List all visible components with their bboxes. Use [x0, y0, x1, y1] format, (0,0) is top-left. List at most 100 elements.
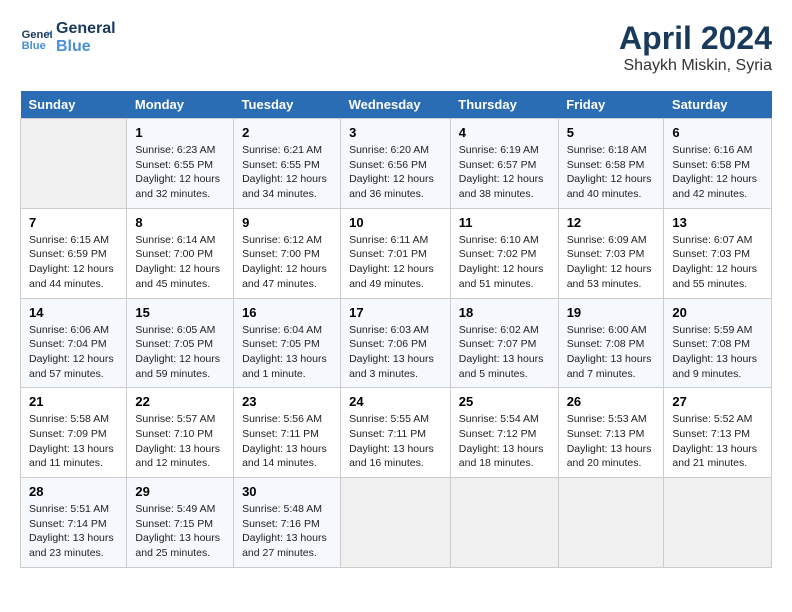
- day-info: Sunrise: 6:05 AM Sunset: 7:05 PM Dayligh…: [135, 323, 225, 382]
- day-number: 17: [349, 305, 442, 320]
- weekday-header-wednesday: Wednesday: [341, 91, 451, 119]
- svg-text:Blue: Blue: [22, 40, 46, 52]
- day-number: 22: [135, 394, 225, 409]
- day-info: Sunrise: 5:55 AM Sunset: 7:11 PM Dayligh…: [349, 412, 442, 471]
- day-info: Sunrise: 5:49 AM Sunset: 7:15 PM Dayligh…: [135, 502, 225, 561]
- day-info: Sunrise: 5:51 AM Sunset: 7:14 PM Dayligh…: [29, 502, 118, 561]
- day-info: Sunrise: 6:06 AM Sunset: 7:04 PM Dayligh…: [29, 323, 118, 382]
- calendar-cell: 25Sunrise: 5:54 AM Sunset: 7:12 PM Dayli…: [450, 388, 558, 478]
- day-number: 23: [242, 394, 332, 409]
- day-info: Sunrise: 5:57 AM Sunset: 7:10 PM Dayligh…: [135, 412, 225, 471]
- weekday-header-friday: Friday: [558, 91, 664, 119]
- day-number: 14: [29, 305, 118, 320]
- day-info: Sunrise: 5:52 AM Sunset: 7:13 PM Dayligh…: [672, 412, 763, 471]
- logo-blue: Blue: [56, 38, 116, 56]
- day-number: 3: [349, 125, 442, 140]
- calendar-cell: 4Sunrise: 6:19 AM Sunset: 6:57 PM Daylig…: [450, 119, 558, 209]
- day-info: Sunrise: 6:19 AM Sunset: 6:57 PM Dayligh…: [459, 143, 550, 202]
- calendar-cell: [664, 478, 772, 568]
- calendar-cell: 10 Sunrise: 6:11 AM Sunset: 7:01 PM Dayli…: [341, 208, 451, 298]
- week-row-1: 1 Sunrise: 6:23 AM Sunset: 6:55 PM Daylig…: [21, 119, 772, 209]
- calendar-cell: 18 Sunrise: 6:02 AM Sunset: 7:07 PM Dayli…: [450, 298, 558, 388]
- subtitle: Shaykh Miskin, Syria: [619, 57, 772, 75]
- calendar-cell: 17Sunrise: 6:03 AM Sunset: 7:06 PM Dayli…: [341, 298, 451, 388]
- weekday-header-row: SundayMondayTuesdayWednesdayThursdayFrid…: [21, 91, 772, 119]
- page-header: General Blue General Blue April 2024 Sha…: [20, 20, 772, 75]
- day-number: 25: [459, 394, 550, 409]
- calendar-cell: 15 Sunrise: 6:05 AM Sunset: 7:05 PM Dayli…: [127, 298, 234, 388]
- day-number: 5: [567, 125, 656, 140]
- day-number: 11: [459, 215, 550, 230]
- weekday-header-saturday: Saturday: [664, 91, 772, 119]
- day-info: Sunrise: 6:04 AM Sunset: 7:05 PM Dayligh…: [242, 323, 332, 382]
- weekday-header-thursday: Thursday: [450, 91, 558, 119]
- weekday-header-monday: Monday: [127, 91, 234, 119]
- day-number: 24: [349, 394, 442, 409]
- day-number: 30: [242, 484, 332, 499]
- calendar-cell: 5 Sunrise: 6:18 AM Sunset: 6:58 PM Daylig…: [558, 119, 664, 209]
- day-info: Sunrise: 6:00 AM Sunset: 7:08 PM Dayligh…: [567, 323, 656, 382]
- day-info: Sunrise: 6:23 AM Sunset: 6:55 PM Dayligh…: [135, 143, 225, 202]
- calendar-cell: 28 Sunrise: 5:51 AM Sunset: 7:14 PM Dayli…: [21, 478, 127, 568]
- day-number: 7: [29, 215, 118, 230]
- day-number: 13: [672, 215, 763, 230]
- day-info: Sunrise: 6:14 AM Sunset: 7:00 PM Dayligh…: [135, 233, 225, 292]
- title-area: April 2024 Shaykh Miskin, Syria: [619, 20, 772, 75]
- day-info: Sunrise: 5:58 AM Sunset: 7:09 PM Dayligh…: [29, 412, 118, 471]
- day-info: Sunrise: 5:59 AM Sunset: 7:08 PM Dayligh…: [672, 323, 763, 382]
- day-info: Sunrise: 6:02 AM Sunset: 7:07 PM Dayligh…: [459, 323, 550, 382]
- day-info: Sunrise: 6:21 AM Sunset: 6:55 PM Dayligh…: [242, 143, 332, 202]
- day-number: 12: [567, 215, 656, 230]
- calendar-cell: [558, 478, 664, 568]
- main-title: April 2024: [619, 20, 772, 57]
- day-number: 10: [349, 215, 442, 230]
- calendar-cell: 1 Sunrise: 6:23 AM Sunset: 6:55 PM Daylig…: [127, 119, 234, 209]
- calendar-cell: 11 Sunrise: 6:10 AM Sunset: 7:02 PM Dayli…: [450, 208, 558, 298]
- week-row-3: 14 Sunrise: 6:06 AM Sunset: 7:04 PM Dayli…: [21, 298, 772, 388]
- calendar-cell: 23Sunrise: 5:56 AM Sunset: 7:11 PM Dayli…: [234, 388, 341, 478]
- week-row-5: 28 Sunrise: 5:51 AM Sunset: 7:14 PM Dayli…: [21, 478, 772, 568]
- day-number: 28: [29, 484, 118, 499]
- day-info: Sunrise: 6:10 AM Sunset: 7:02 PM Dayligh…: [459, 233, 550, 292]
- weekday-header-sunday: Sunday: [21, 91, 127, 119]
- calendar-cell: 6Sunrise: 6:16 AM Sunset: 6:58 PM Daylig…: [664, 119, 772, 209]
- calendar-cell: 26Sunrise: 5:53 AM Sunset: 7:13 PM Dayli…: [558, 388, 664, 478]
- calendar-cell: 24 Sunrise: 5:55 AM Sunset: 7:11 PM Dayli…: [341, 388, 451, 478]
- calendar-cell: 16 Sunrise: 6:04 AM Sunset: 7:05 PM Dayli…: [234, 298, 341, 388]
- day-number: 27: [672, 394, 763, 409]
- calendar-cell: [21, 119, 127, 209]
- day-number: 21: [29, 394, 118, 409]
- day-info: Sunrise: 6:16 AM Sunset: 6:58 PM Dayligh…: [672, 143, 763, 202]
- day-info: Sunrise: 6:18 AM Sunset: 6:58 PM Dayligh…: [567, 143, 656, 202]
- day-number: 26: [567, 394, 656, 409]
- day-info: Sunrise: 6:11 AM Sunset: 7:01 PM Dayligh…: [349, 233, 442, 292]
- calendar-cell: 8 Sunrise: 6:14 AM Sunset: 7:00 PM Daylig…: [127, 208, 234, 298]
- day-info: Sunrise: 6:12 AM Sunset: 7:00 PM Dayligh…: [242, 233, 332, 292]
- day-number: 1: [135, 125, 225, 140]
- day-number: 2: [242, 125, 332, 140]
- logo: General Blue General Blue: [20, 20, 116, 55]
- logo-general: General: [56, 20, 116, 38]
- day-number: 19: [567, 305, 656, 320]
- logo-icon: General Blue: [20, 22, 52, 54]
- day-info: Sunrise: 5:48 AM Sunset: 7:16 PM Dayligh…: [242, 502, 332, 561]
- calendar-cell: 21 Sunrise: 5:58 AM Sunset: 7:09 PM Dayli…: [21, 388, 127, 478]
- day-number: 18: [459, 305, 550, 320]
- day-info: Sunrise: 6:15 AM Sunset: 6:59 PM Dayligh…: [29, 233, 118, 292]
- week-row-2: 7 Sunrise: 6:15 AM Sunset: 6:59 PM Daylig…: [21, 208, 772, 298]
- week-row-4: 21 Sunrise: 5:58 AM Sunset: 7:09 PM Dayli…: [21, 388, 772, 478]
- calendar-cell: 19 Sunrise: 6:00 AM Sunset: 7:08 PM Dayli…: [558, 298, 664, 388]
- day-number: 9: [242, 215, 332, 230]
- weekday-header-tuesday: Tuesday: [234, 91, 341, 119]
- day-info: Sunrise: 6:09 AM Sunset: 7:03 PM Dayligh…: [567, 233, 656, 292]
- day-number: 16: [242, 305, 332, 320]
- calendar-cell: 27 Sunrise: 5:52 AM Sunset: 7:13 PM Dayli…: [664, 388, 772, 478]
- calendar-cell: 3Sunrise: 6:20 AM Sunset: 6:56 PM Daylig…: [341, 119, 451, 209]
- calendar-cell: 14 Sunrise: 6:06 AM Sunset: 7:04 PM Dayli…: [21, 298, 127, 388]
- day-number: 20: [672, 305, 763, 320]
- calendar-table: SundayMondayTuesdayWednesdayThursdayFrid…: [20, 91, 772, 568]
- day-number: 15: [135, 305, 225, 320]
- day-number: 8: [135, 215, 225, 230]
- calendar-cell: [450, 478, 558, 568]
- calendar-cell: 7 Sunrise: 6:15 AM Sunset: 6:59 PM Daylig…: [21, 208, 127, 298]
